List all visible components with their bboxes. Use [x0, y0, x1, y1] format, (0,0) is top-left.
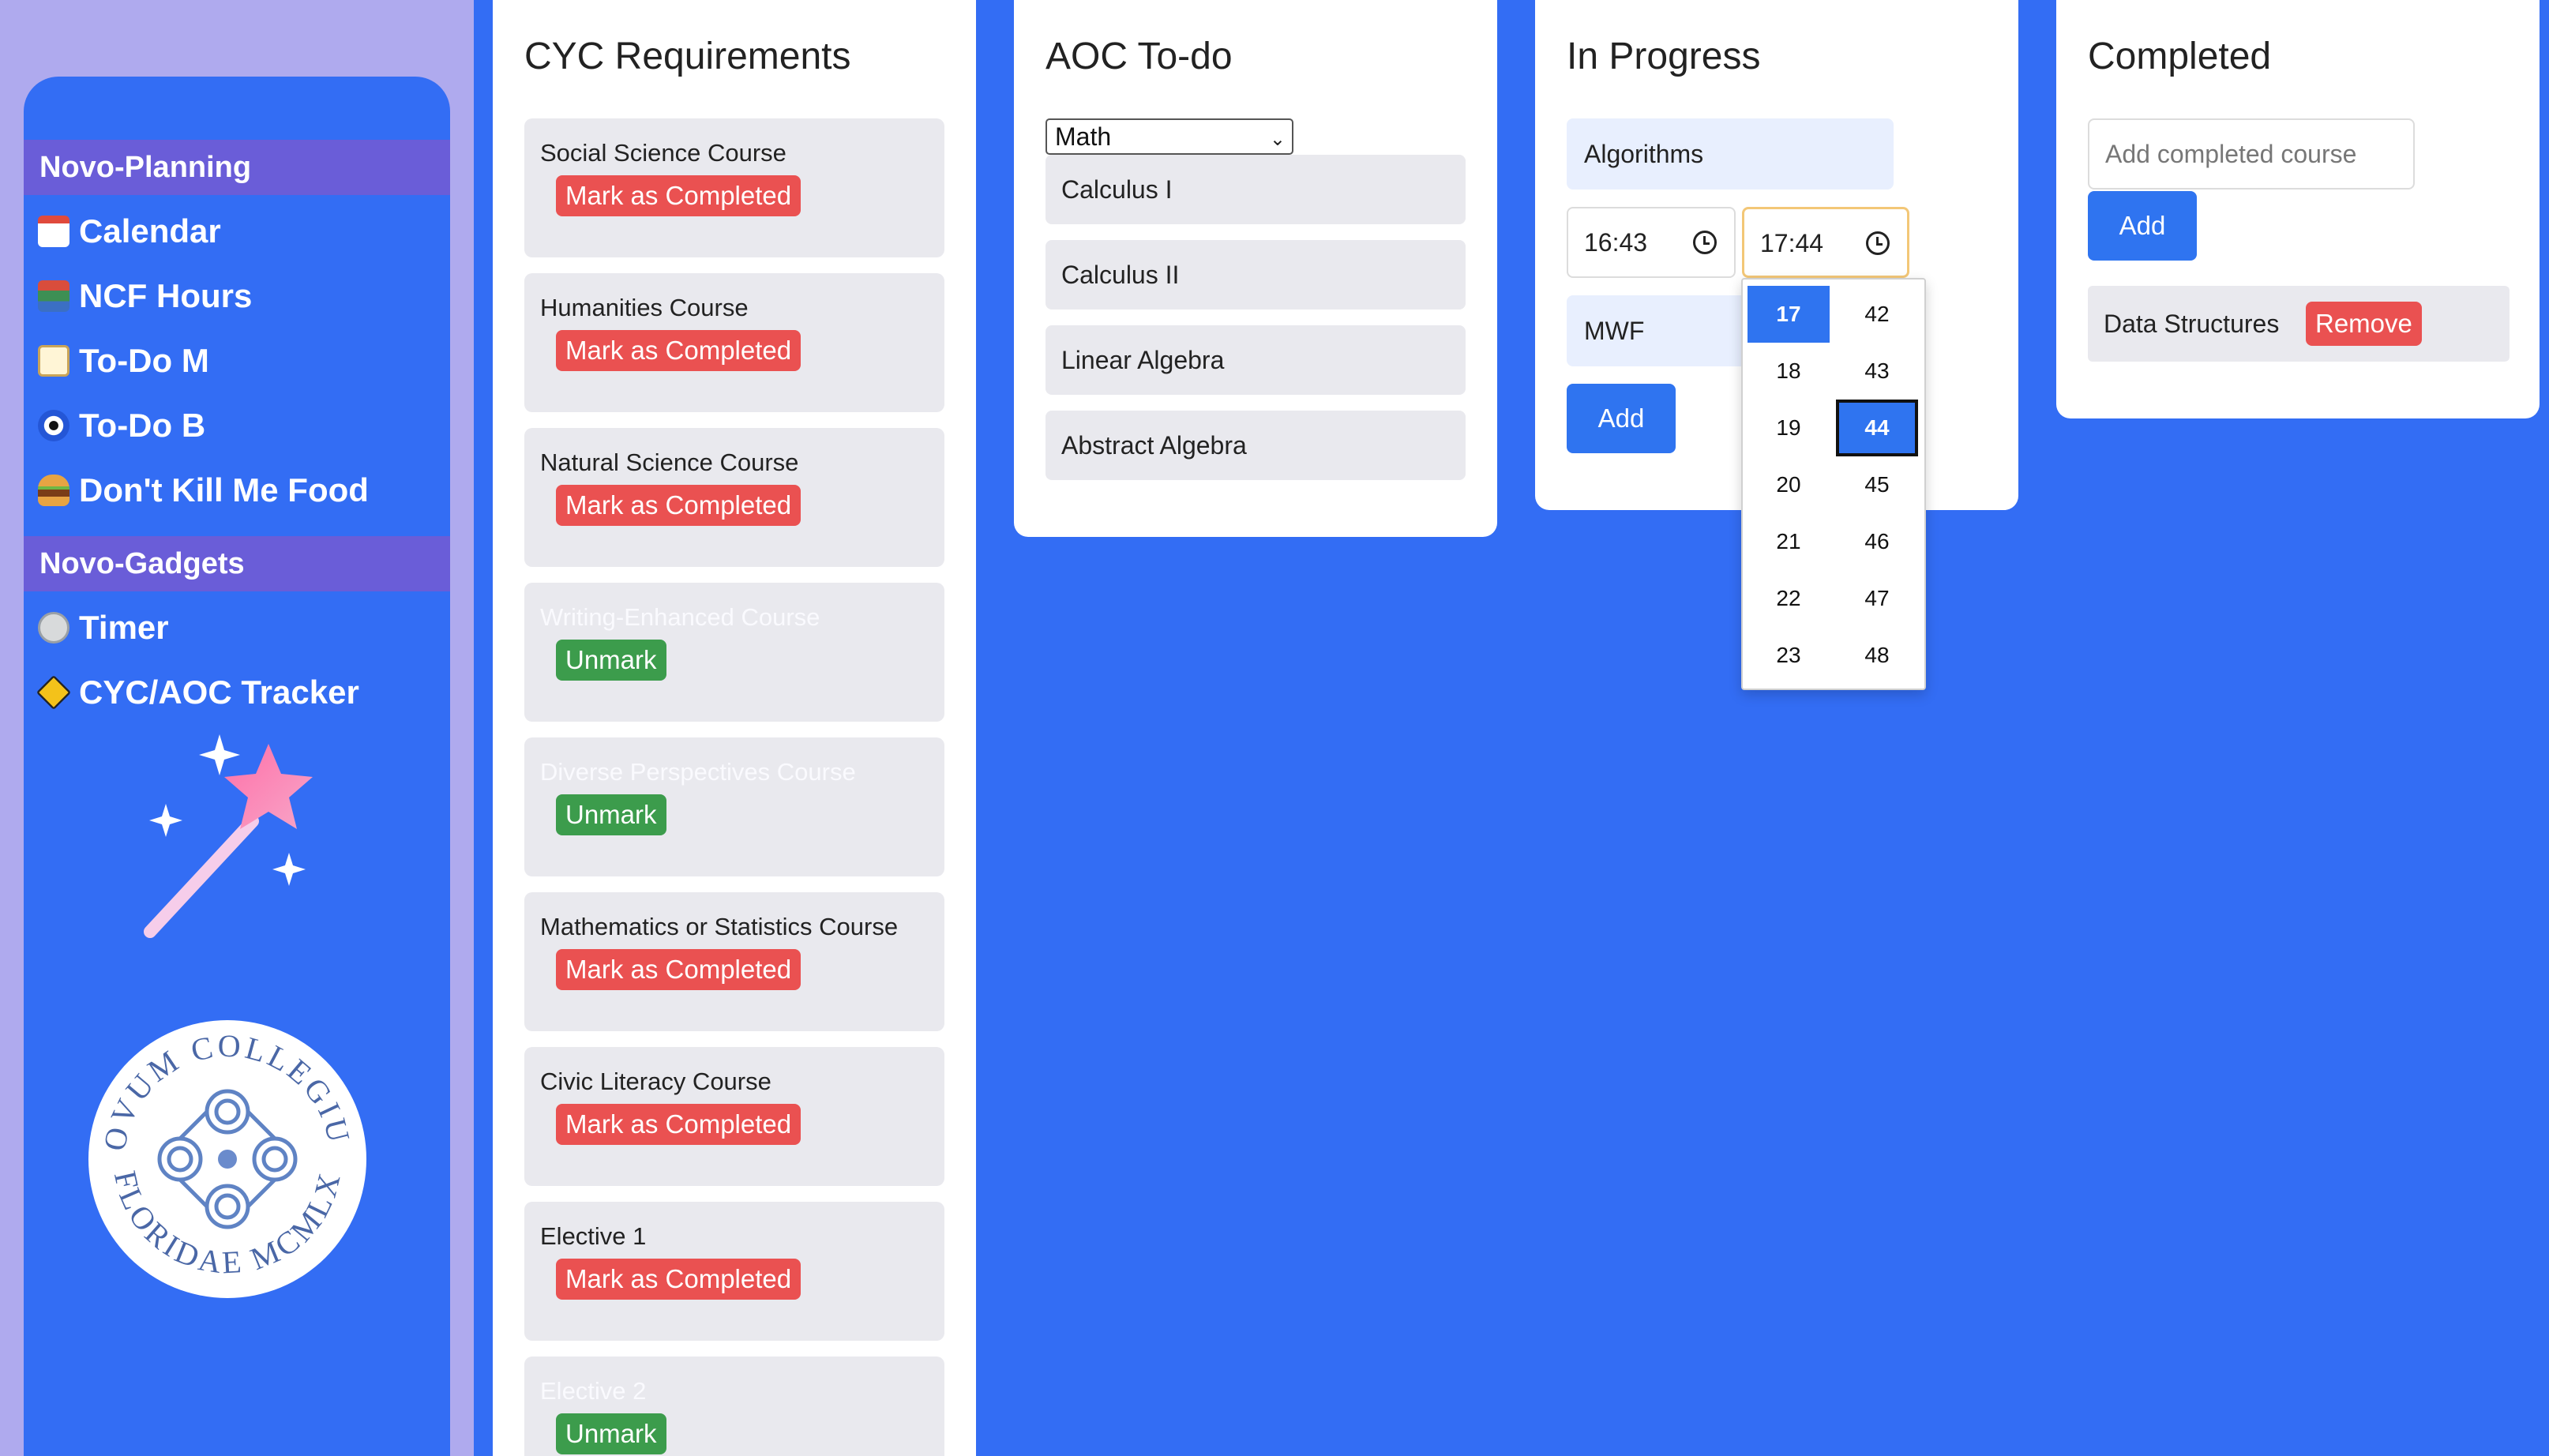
minute-option[interactable]: 47 — [1836, 570, 1918, 627]
minute-option[interactable]: 43 — [1836, 343, 1918, 400]
minute-option[interactable]: 44 — [1836, 400, 1918, 456]
sidebar-item-label: To-Do B — [79, 407, 206, 444]
requirement-card: Elective 1 Mark as Completed — [524, 1202, 944, 1341]
sidebar-item-todo-b[interactable]: To-Do B — [38, 403, 205, 448]
sidebar-item-ncf-hours[interactable]: NCF Hours — [38, 274, 252, 318]
requirement-card: Diverse Perspectives Course Unmark — [524, 737, 944, 876]
sidebar-item-label: Don't Kill Me Food — [79, 471, 369, 508]
requirement-card: Mathematics or Statistics Course Mark as… — [524, 892, 944, 1031]
aoc-course-item: Linear Algebra — [1046, 325, 1466, 395]
chevron-down-icon: ⌄ — [1269, 129, 1286, 150]
section-novo-planning: Novo-Planning — [24, 140, 450, 195]
requirement-label: Elective 1 — [540, 1222, 647, 1250]
subject-select[interactable]: Math ⌄ — [1046, 118, 1293, 155]
mark-completed-button[interactable]: Mark as Completed — [556, 485, 801, 526]
hour-option[interactable]: 20 — [1748, 456, 1830, 513]
sidebar-item-label: NCF Hours — [79, 277, 253, 314]
cyc-requirements-panel: CYC Requirements Social Science Course M… — [493, 0, 976, 1456]
requirement-label: Humanities Course — [540, 294, 749, 321]
in-progress-title: In Progress — [1567, 36, 1761, 77]
minute-option[interactable]: 48 — [1836, 627, 1918, 684]
completed-course-input[interactable]: Add completed course — [2088, 118, 2415, 190]
completed-course-item: Data Structures Remove — [2088, 286, 2510, 362]
clock-icon[interactable] — [1693, 231, 1717, 254]
aoc-course-item: Calculus II — [1046, 240, 1466, 310]
requirement-label: Social Science Course — [540, 139, 786, 167]
minute-option[interactable]: 45 — [1836, 456, 1918, 513]
aoc-todo-panel: AOC To-do Math ⌄ Calculus I Calculus II … — [1014, 0, 1497, 537]
mark-completed-button[interactable]: Mark as Completed — [556, 330, 801, 371]
hour-option[interactable]: 18 — [1748, 343, 1830, 400]
sidebar-item-food[interactable]: Don't Kill Me Food — [38, 468, 369, 512]
sidebar-item-label: To-Do M — [79, 342, 209, 379]
requirement-card: Civic Literacy Course Mark as Completed — [524, 1047, 944, 1186]
clock-icon[interactable] — [1866, 231, 1890, 255]
magic-wand-icon — [144, 734, 313, 938]
nazar-eye-icon — [38, 410, 69, 441]
sidebar-item-tracker[interactable]: CYC/AOC Tracker — [36, 670, 359, 715]
mark-completed-button[interactable]: Mark as Completed — [556, 1259, 801, 1300]
time-picker-dropdown: 17 18 19 20 21 22 23 42 43 44 45 46 47 4… — [1741, 278, 1926, 690]
unmark-button[interactable]: Unmark — [556, 1413, 666, 1454]
sidebar-item-todo-m[interactable]: To-Do M — [38, 339, 209, 383]
course-name-input[interactable]: Algorithms — [1567, 118, 1894, 190]
requirement-card: Humanities Course Mark as Completed — [524, 273, 944, 412]
sidebar-item-calendar[interactable]: Calendar — [38, 209, 221, 253]
calendar-icon — [38, 216, 69, 247]
requirement-card: Natural Science Course Mark as Completed — [524, 428, 944, 567]
completed-panel: Completed Add completed course Add Data … — [2056, 0, 2540, 418]
hour-option[interactable]: 17 — [1748, 286, 1830, 343]
sidebar-item-timer[interactable]: Timer — [38, 606, 169, 650]
timer-icon — [38, 612, 69, 644]
cyc-title: CYC Requirements — [524, 36, 851, 77]
hour-option[interactable]: 21 — [1748, 513, 1830, 570]
requirement-label: Natural Science Course — [540, 448, 799, 476]
add-in-progress-button[interactable]: Add — [1567, 384, 1676, 453]
start-time-value: 16:43 — [1584, 228, 1648, 257]
subject-select-value: Math — [1055, 122, 1112, 151]
aoc-course-item: Abstract Algebra — [1046, 411, 1466, 480]
completed-course-label: Data Structures — [2104, 310, 2280, 338]
hour-option[interactable]: 19 — [1748, 400, 1830, 456]
end-time-input[interactable]: 17:44 — [1742, 207, 1909, 278]
requirement-label: Diverse Perspectives Course — [540, 758, 856, 786]
requirement-card: Elective 2 Unmark — [524, 1357, 944, 1456]
section-novo-gadgets: Novo-Gadgets — [24, 536, 450, 591]
end-time-value: 17:44 — [1760, 229, 1824, 257]
unmark-button[interactable]: Unmark — [556, 794, 666, 835]
requirement-card: Writing-Enhanced Course Unmark — [524, 583, 944, 722]
warning-sign-icon — [36, 674, 72, 711]
remove-button[interactable]: Remove — [2306, 302, 2422, 346]
requirement-card: Social Science Course Mark as Completed — [524, 118, 944, 257]
aoc-course-item: Calculus I — [1046, 155, 1466, 224]
mark-completed-button[interactable]: Mark as Completed — [556, 175, 801, 216]
minute-option[interactable]: 42 — [1836, 286, 1918, 343]
requirement-label: Civic Literacy Course — [540, 1068, 771, 1095]
start-time-input[interactable]: 16:43 — [1567, 207, 1736, 278]
requirement-label: Elective 2 — [540, 1377, 647, 1405]
requirement-label: Mathematics or Statistics Course — [540, 913, 899, 940]
books-icon — [38, 280, 69, 312]
minute-option[interactable]: 46 — [1836, 513, 1918, 570]
requirement-label: Writing-Enhanced Course — [540, 603, 820, 631]
hour-option[interactable]: 23 — [1748, 627, 1830, 684]
mark-completed-button[interactable]: Mark as Completed — [556, 949, 801, 990]
unmark-button[interactable]: Unmark — [556, 640, 666, 681]
memo-icon — [38, 345, 69, 377]
sidebar-item-label: Timer — [79, 609, 169, 646]
completed-title: Completed — [2088, 36, 2272, 77]
aoc-title: AOC To-do — [1046, 36, 1233, 77]
burger-icon — [38, 475, 69, 506]
add-completed-button[interactable]: Add — [2088, 191, 2197, 261]
sidebar-item-label: CYC/AOC Tracker — [79, 674, 359, 711]
hour-option[interactable]: 22 — [1748, 570, 1830, 627]
sidebar-item-label: Calendar — [79, 212, 221, 250]
mark-completed-button[interactable]: Mark as Completed — [556, 1104, 801, 1145]
college-seal-logo: NOVUM COLLEGIUM FLORIDAE MCMLX — [87, 1019, 366, 1298]
